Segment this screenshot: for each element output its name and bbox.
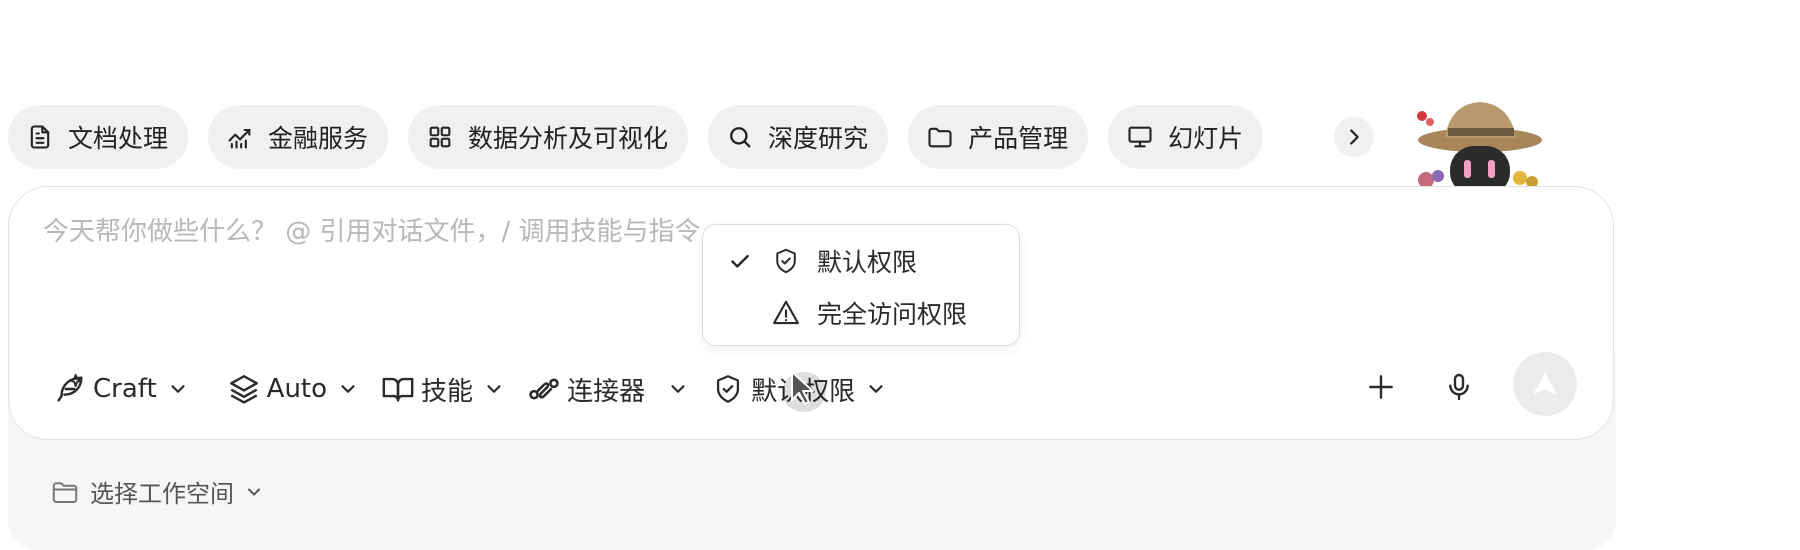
chevron-down-icon [341, 385, 355, 393]
chips-scroll-next-button[interactable] [1334, 117, 1374, 157]
menu-item-label: 完全访问权限 [817, 300, 968, 329]
quick-action-chips: 文档处理 金融服务 数据分析及可视化 深度研究 产品管理 幻灯片 [8, 105, 1264, 169]
add-attachment-button[interactable] [1359, 365, 1403, 409]
connectors-selector[interactable]: 连接器 [527, 371, 689, 408]
mascot-illustration [1370, 100, 1570, 188]
chip-label: 幻灯片 [1168, 124, 1244, 153]
microphone-icon [1449, 373, 1469, 401]
chip-deep-research[interactable]: 深度研究 [708, 105, 889, 169]
chevron-down-icon [248, 488, 260, 495]
chip-product-management[interactable]: 产品管理 [908, 105, 1089, 169]
chip-data-analysis[interactable]: 数据分析及可视化 [408, 105, 689, 169]
connector-icon [529, 378, 559, 400]
chevron-down-icon [171, 385, 185, 393]
feather-icon [57, 373, 83, 402]
skills-selector[interactable]: 技能 [381, 371, 505, 408]
chip-label: 金融服务 [268, 124, 369, 153]
shield-check-icon [717, 375, 740, 403]
shield-check-icon [776, 248, 796, 274]
send-arrow-icon [1533, 372, 1557, 395]
permissions-dropdown-menu: 默认权限 完全访问权限 [702, 224, 1020, 346]
chevron-down-icon [869, 385, 883, 393]
folder-icon [928, 127, 952, 148]
folder-icon [52, 481, 78, 503]
warning-icon [773, 300, 799, 325]
grid-icon [429, 126, 451, 148]
monitor-icon [1128, 126, 1152, 148]
book-open-icon [382, 377, 414, 402]
skills-label: 技能 [421, 376, 474, 407]
model-auto-label: Auto [266, 374, 328, 404]
chip-label: 数据分析及可视化 [468, 124, 669, 153]
connectors-label: 连接器 [567, 376, 646, 407]
chevron-right-icon [1350, 129, 1359, 145]
chip-label: 深度研究 [768, 124, 869, 153]
chevron-down-icon [671, 385, 685, 393]
chart-line-icon [228, 128, 251, 149]
workspace-selector[interactable]: 选择工作空间 [50, 474, 264, 509]
chip-slides[interactable]: 幻灯片 [1108, 105, 1264, 169]
mode-craft-label: Craft [93, 374, 157, 404]
menu-item-label: 默认权限 [817, 248, 918, 277]
model-auto-selector[interactable]: Auto [227, 372, 359, 406]
voice-input-button[interactable] [1437, 365, 1481, 409]
send-button[interactable] [1513, 352, 1577, 416]
search-icon [730, 127, 751, 148]
menu-item-full-access[interactable]: 完全访问权限 [703, 291, 1019, 335]
chip-label: 产品管理 [968, 124, 1069, 153]
layers-icon [229, 375, 258, 404]
chip-document-processing[interactable]: 文档处理 [8, 105, 189, 169]
workspace-label: 选择工作空间 [90, 480, 234, 508]
plus-icon [1369, 375, 1393, 399]
check-icon [731, 254, 749, 268]
menu-item-default-permissions[interactable]: 默认权限 [703, 239, 1019, 283]
input-toolbar: Craft Auto 技能 连接器 [53, 367, 887, 411]
prompt-input[interactable]: 今天帮你做些什么？ @ 引用对话文件，/ 调用技能与指令 [43, 211, 701, 248]
chip-label: 文档处理 [68, 124, 169, 153]
mode-craft-selector[interactable]: Craft [53, 372, 189, 406]
mouse-cursor [778, 362, 838, 422]
chevron-down-icon [487, 385, 501, 393]
document-icon [30, 125, 50, 149]
chip-financial-services[interactable]: 金融服务 [208, 105, 389, 169]
